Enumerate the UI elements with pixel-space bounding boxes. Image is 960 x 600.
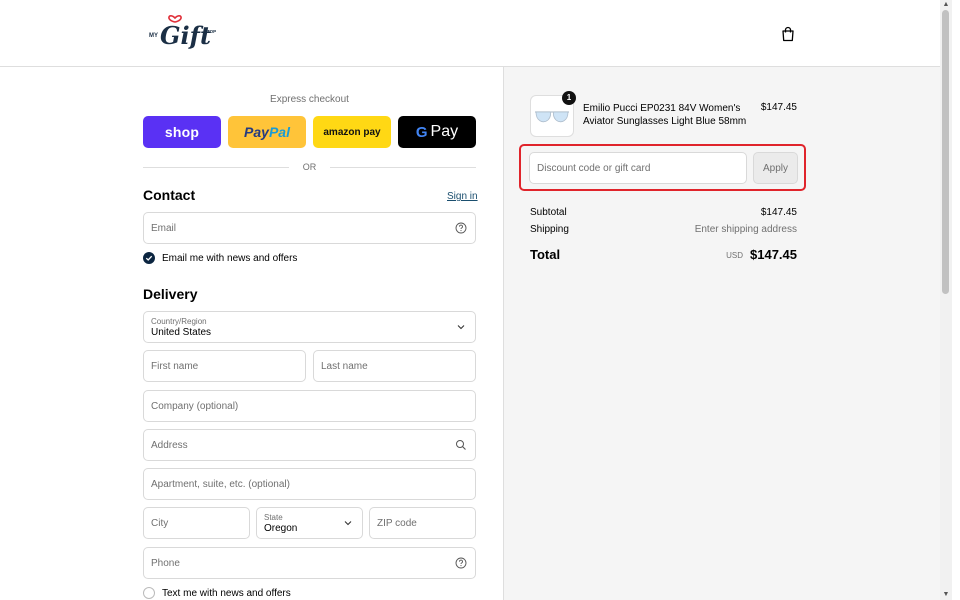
shop-pay-button[interactable]: shop — [143, 116, 221, 148]
scrollbar-thumb[interactable] — [942, 10, 949, 294]
currency-code: USD — [726, 251, 743, 260]
total-label: Total — [530, 247, 561, 262]
first-name-field[interactable]: First name — [143, 350, 306, 382]
page-scrollbar[interactable]: ▲ ▼ — [940, 0, 952, 600]
contact-title: Contact — [143, 187, 196, 203]
email-field[interactable]: Email — [143, 212, 476, 244]
scroll-up-arrow[interactable]: ▲ — [940, 0, 952, 10]
express-checkout-title: Express checkout — [270, 94, 349, 105]
text-news-checkbox-row[interactable]: Text me with news and offers — [143, 586, 291, 600]
delivery-title: Delivery — [143, 286, 198, 302]
svg-text:MY: MY — [149, 33, 158, 39]
email-news-checkbox-row[interactable]: Email me with news and offers — [143, 251, 297, 265]
or-separator: OR — [143, 161, 476, 173]
address-field[interactable]: Address — [143, 429, 476, 461]
state-select[interactable]: State Oregon — [256, 507, 363, 539]
google-pay-button[interactable]: G Pay — [398, 116, 476, 148]
paypal-button[interactable]: Pay Pal — [228, 116, 306, 148]
product-name: Emilio Pucci EP0231 84V Women's Aviator … — [583, 103, 747, 127]
product-price: $147.45 — [760, 102, 797, 113]
cart-button[interactable] — [779, 25, 797, 43]
shipping-row: Shipping Enter shipping address — [530, 224, 797, 235]
quantity-badge: 1 — [562, 91, 576, 105]
shipping-label: Shipping — [530, 224, 569, 235]
sign-in-link[interactable]: Sign in — [447, 191, 478, 202]
subtotal-row: Subtotal $147.45 — [530, 207, 797, 218]
google-icon: G — [415, 123, 428, 141]
chevron-down-icon — [344, 521, 352, 526]
apply-discount-button[interactable]: Apply — [753, 152, 798, 184]
last-name-field[interactable]: Last name — [313, 350, 476, 382]
discount-code-field[interactable]: Discount code or gift card — [529, 152, 747, 184]
svg-text:Gift: Gift — [160, 21, 211, 50]
country-select[interactable]: Country/Region United States — [143, 311, 476, 343]
header: MY Gift STOP — [0, 0, 940, 67]
search-icon — [456, 440, 466, 450]
shipping-value: Enter shipping address — [694, 224, 797, 235]
text-news-checkbox[interactable] — [143, 587, 155, 599]
subtotal-value: $147.45 — [760, 207, 797, 218]
zip-field[interactable]: ZIP code — [369, 507, 476, 539]
question-circle-icon[interactable] — [455, 222, 467, 234]
city-field[interactable]: City — [143, 507, 250, 539]
email-news-label: Email me with news and offers — [162, 252, 298, 264]
question-circle-icon[interactable] — [455, 557, 467, 569]
total-value: $147.45 — [750, 247, 797, 262]
svg-text:STOP: STOP — [204, 29, 216, 34]
company-field[interactable]: Company (optional) — [143, 390, 476, 422]
brand-logo[interactable]: MY Gift STOP — [147, 12, 219, 56]
phone-field[interactable]: Phone — [143, 547, 476, 579]
apartment-field[interactable]: Apartment, suite, etc. (optional) — [143, 468, 476, 500]
check-icon — [145, 255, 153, 261]
amazon-pay-button[interactable]: amazon pay — [313, 116, 391, 148]
chevron-down-icon — [457, 325, 465, 330]
scroll-down-arrow[interactable]: ▼ — [940, 590, 952, 600]
subtotal-label: Subtotal — [530, 207, 567, 218]
shopping-bag-icon — [782, 26, 794, 42]
email-news-checkbox[interactable] — [143, 252, 155, 264]
total-row: Total USD $147.45 — [530, 247, 797, 262]
text-news-label: Text me with news and offers — [162, 587, 291, 599]
